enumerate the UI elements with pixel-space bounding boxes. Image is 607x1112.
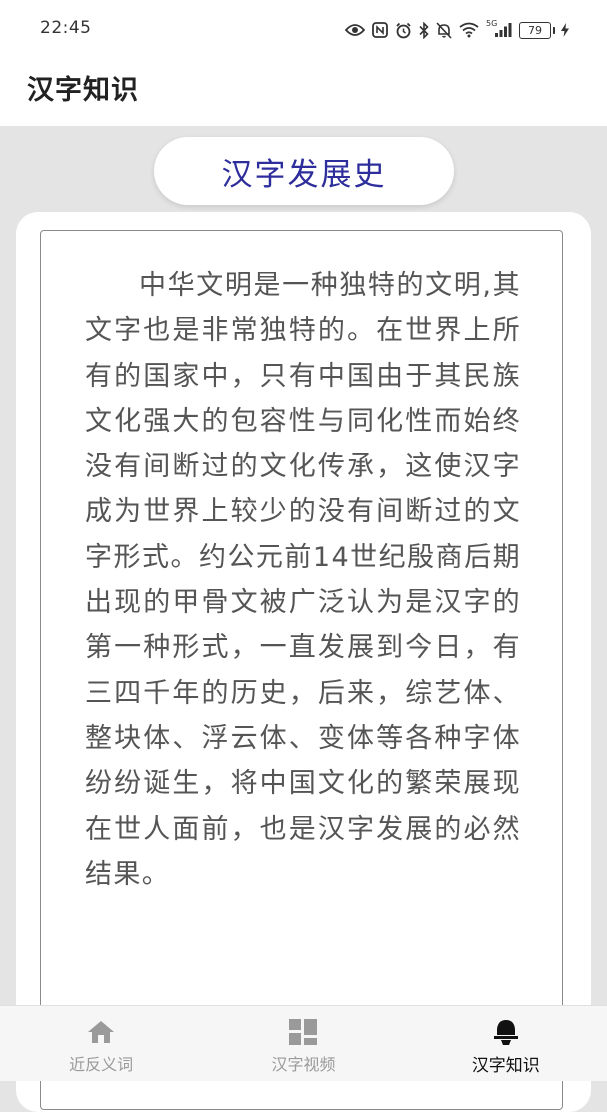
network-type-label: 5G bbox=[486, 19, 498, 28]
nav-item-videos[interactable]: 汉字视频 bbox=[202, 1006, 404, 1081]
home-icon bbox=[86, 1018, 116, 1046]
nav-item-knowledge[interactable]: 汉字知识 bbox=[405, 1006, 607, 1081]
cellular-signal-icon: 5G bbox=[486, 19, 512, 41]
knowledge-icon bbox=[491, 1018, 521, 1046]
nav-label: 近反义词 bbox=[69, 1055, 134, 1074]
status-icons: 5G 79 bbox=[345, 18, 569, 42]
battery-icon: 79 bbox=[519, 21, 555, 39]
status-time: 22:45 bbox=[40, 18, 92, 38]
section-title-pill: 汉字发展史 bbox=[154, 137, 454, 205]
page-title: 汉字知识 bbox=[27, 75, 139, 106]
wifi-icon bbox=[459, 19, 479, 41]
article-card: 中华文明是一种独特的文明,其文字也是非常独特的。在世界上所有的国家中，只有中国由… bbox=[16, 212, 591, 1112]
nfc-icon bbox=[372, 19, 388, 41]
mute-icon bbox=[436, 19, 452, 41]
article-box[interactable]: 中华文明是一种独特的文明,其文字也是非常独特的。在世界上所有的国家中，只有中国由… bbox=[40, 230, 563, 1110]
eye-icon bbox=[345, 19, 365, 41]
section-title: 汉字发展史 bbox=[221, 156, 387, 193]
nav-item-antonyms[interactable]: 近反义词 bbox=[0, 1006, 202, 1081]
nav-label: 汉字视频 bbox=[271, 1055, 336, 1074]
nav-label: 汉字知识 bbox=[471, 1056, 540, 1076]
status-bar: 22:45 5G 79 bbox=[0, 0, 607, 58]
bluetooth-icon bbox=[419, 19, 429, 41]
charging-icon bbox=[561, 19, 569, 41]
grid-icon bbox=[288, 1018, 318, 1046]
article-text: 中华文明是一种独特的文明,其文字也是非常独特的。在世界上所有的国家中，只有中国由… bbox=[85, 270, 521, 890]
app-bar: 汉字知识 bbox=[0, 58, 607, 126]
bottom-nav: 近反义词 汉字视频 汉字知识 bbox=[0, 1005, 607, 1081]
alarm-icon bbox=[395, 19, 412, 41]
